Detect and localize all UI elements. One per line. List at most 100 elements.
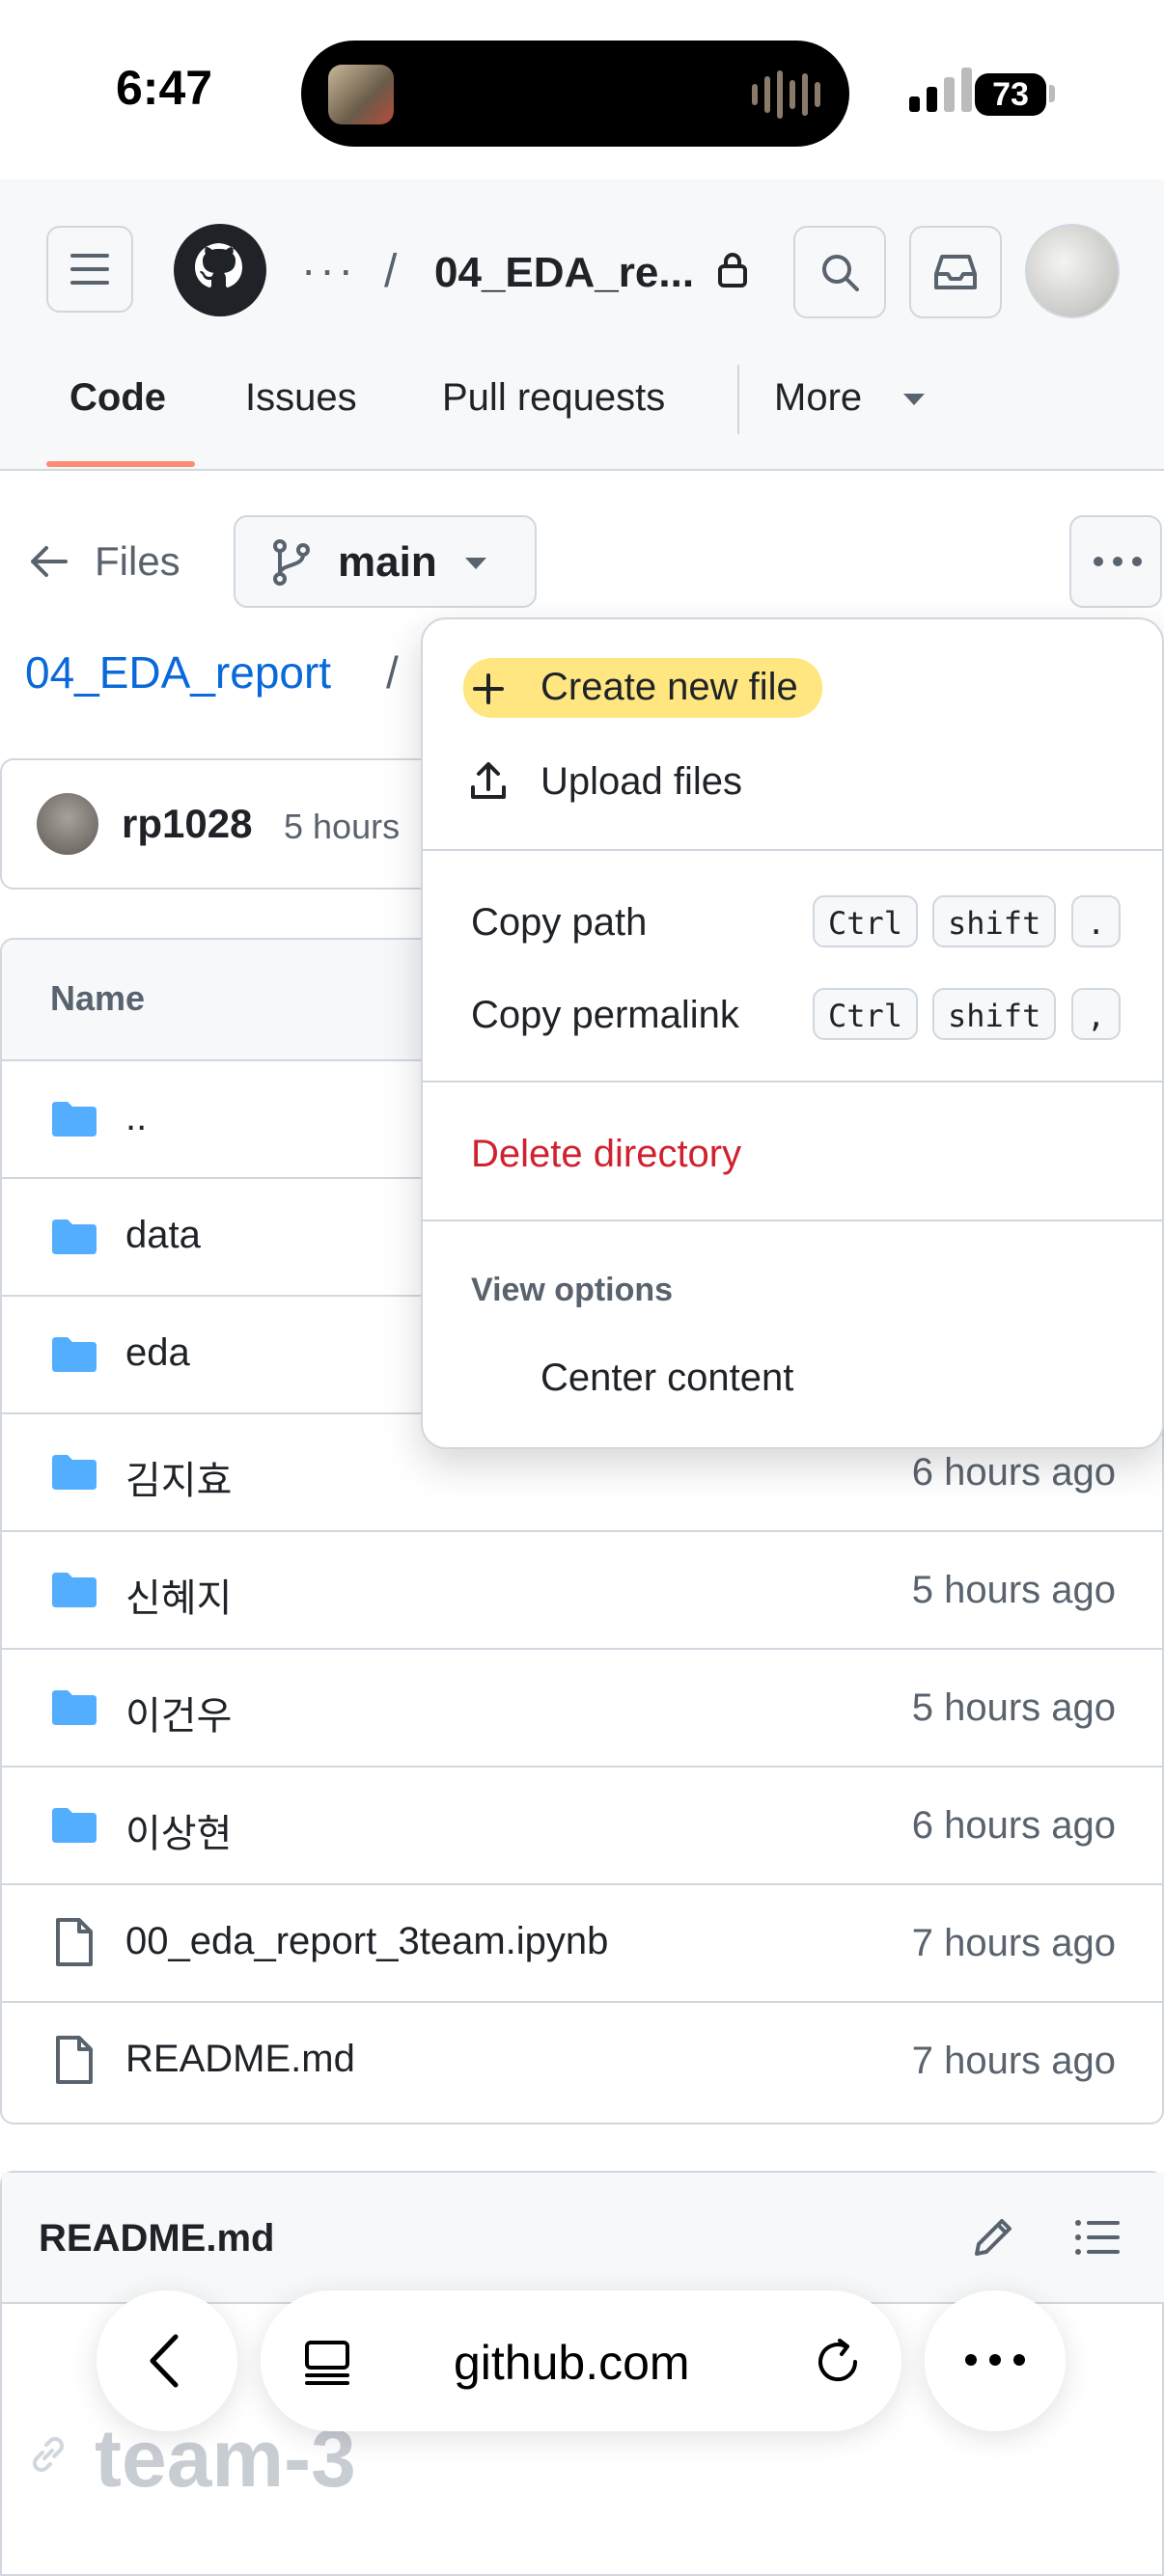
lock-icon — [718, 253, 747, 288]
table-row[interactable]: 이건우 5 hours ago — [2, 1648, 1162, 1768]
file-time: 5 hours ago — [911, 1569, 1116, 1611]
menu-divider — [423, 1219, 1162, 1221]
shortcut-key: Ctrl — [813, 895, 919, 947]
folder-icon — [52, 1219, 97, 1254]
file-name[interactable]: 이상현 — [125, 1802, 232, 1858]
user-avatar[interactable] — [1025, 224, 1120, 318]
tabs-overview-icon[interactable] — [303, 2339, 351, 2387]
folder-icon — [52, 1808, 97, 1843]
more-options-button[interactable] — [1069, 515, 1162, 608]
browser-back-button[interactable] — [97, 2290, 237, 2431]
chevron-left-icon — [150, 2334, 179, 2388]
search-button[interactable] — [793, 226, 886, 318]
file-name[interactable]: .. — [125, 1096, 147, 1139]
address-bar-url[interactable]: github.com — [454, 2335, 690, 2391]
git-branch-icon — [273, 539, 310, 586]
commit-author[interactable]: rp1028 — [122, 801, 252, 847]
breadcrumb-overflow-button[interactable]: ··· — [301, 243, 357, 295]
file-time: 6 hours ago — [911, 1451, 1116, 1494]
status-time: 6:47 — [116, 61, 213, 115]
menu-item-delete-directory[interactable]: Delete directory — [471, 1133, 741, 1176]
repo-title[interactable]: 04_EDA_re... — [434, 249, 694, 297]
hamburger-icon — [70, 254, 109, 285]
upload-icon — [471, 762, 506, 799]
menu-group-view-options: View options — [471, 1272, 674, 1308]
tab-issues[interactable]: Issues — [245, 376, 357, 420]
tab-code[interactable]: Code — [69, 376, 166, 420]
file-time: 7 hours ago — [911, 1922, 1116, 1964]
folder-icon — [52, 1337, 97, 1372]
table-row[interactable]: 신혜지 5 hours ago — [2, 1530, 1162, 1650]
shortcut-key: shift — [932, 988, 1057, 1040]
menu-item-copy-path[interactable]: Copy path — [471, 901, 647, 945]
commit-author-avatar[interactable] — [37, 793, 98, 855]
dynamic-island — [301, 41, 849, 147]
search-icon — [822, 255, 859, 291]
github-logo-icon[interactable] — [174, 224, 266, 316]
readme-header: README.md — [2, 2173, 1164, 2304]
folder-icon — [52, 1455, 97, 1490]
column-header-name: Name — [50, 978, 146, 1018]
branch-name: main — [338, 538, 437, 586]
arrow-left-icon[interactable] — [27, 542, 69, 581]
file-name[interactable]: eda — [125, 1331, 190, 1375]
folder-icon — [52, 1102, 97, 1137]
file-time: 7 hours ago — [911, 2040, 1116, 2082]
shortcut-key: . — [1071, 895, 1122, 947]
battery-indicator: 73 — [975, 73, 1046, 116]
readme-title: README.md — [39, 2217, 275, 2260]
octocat-icon — [195, 243, 242, 288]
reload-icon[interactable] — [813, 2337, 863, 2387]
tab-pull-requests[interactable]: Pull requests — [442, 376, 665, 420]
shortcut-key: Ctrl — [813, 988, 919, 1040]
menu-item-create-new-file[interactable]: Create new file — [540, 666, 798, 709]
now-playing-app-icon — [328, 65, 394, 124]
breadcrumb-separator: / — [384, 246, 398, 297]
shortcut-key: , — [1071, 988, 1122, 1040]
active-tab-underline — [46, 461, 195, 467]
caret-down-icon — [903, 394, 925, 405]
kebab-horizontal-icon — [1094, 557, 1142, 566]
file-icon — [56, 1918, 93, 1966]
table-row[interactable]: README.md 7 hours ago — [2, 2001, 1162, 2119]
menu-divider — [423, 1081, 1162, 1082]
shortcut-key: shift — [932, 895, 1057, 947]
table-row[interactable]: 이상현 6 hours ago — [2, 1766, 1162, 1885]
hamburger-menu-button[interactable] — [46, 226, 133, 313]
inbox-icon — [934, 255, 977, 289]
caret-down-icon — [465, 558, 486, 569]
file-time: 6 hours ago — [911, 1804, 1116, 1847]
path-breadcrumb-link[interactable]: 04_EDA_report — [25, 646, 331, 699]
battery-nub — [1049, 85, 1055, 102]
file-name[interactable]: 신혜지 — [125, 1567, 232, 1623]
commit-time: 5 hours a — [284, 807, 409, 846]
menu-item-upload-files[interactable]: Upload files — [540, 760, 742, 804]
cellular-signal-icon — [909, 66, 972, 112]
browser-more-button[interactable] — [925, 2290, 1066, 2431]
file-name[interactable]: 00_eda_report_3team.ipynb — [125, 1920, 608, 1963]
file-icon — [56, 2036, 93, 2084]
table-row[interactable]: 00_eda_report_3team.ipynb 7 hours ago — [2, 1883, 1162, 2003]
list-outline-icon[interactable] — [1073, 2217, 1122, 2258]
menu-divider — [423, 849, 1162, 851]
anchor-link-icon — [32, 2436, 65, 2473]
folder-icon — [52, 1573, 97, 1607]
file-time: 5 hours ago — [911, 1686, 1116, 1729]
folder-icon — [52, 1690, 97, 1725]
menu-item-center-content[interactable]: Center content — [540, 1357, 793, 1400]
path-separator: / — [386, 647, 399, 698]
menu-item-copy-permalink[interactable]: Copy permalink — [471, 994, 739, 1037]
audio-waveform-icon — [752, 69, 820, 120]
more-options-menu: Create new file Upload files Copy path C… — [421, 617, 1164, 1449]
tab-more[interactable]: More — [774, 376, 862, 420]
file-name[interactable]: README.md — [125, 2038, 355, 2081]
plus-icon — [473, 673, 504, 704]
file-name[interactable]: 김지효 — [125, 1449, 232, 1505]
inbox-button[interactable] — [909, 226, 1002, 318]
file-name[interactable]: 이건우 — [125, 1685, 232, 1740]
files-back-link[interactable]: Files — [95, 538, 180, 585]
pencil-icon[interactable] — [971, 2215, 1015, 2260]
file-name[interactable]: data — [125, 1214, 201, 1257]
tab-separator — [737, 365, 739, 434]
more-horizontal-icon — [965, 2354, 1025, 2366]
